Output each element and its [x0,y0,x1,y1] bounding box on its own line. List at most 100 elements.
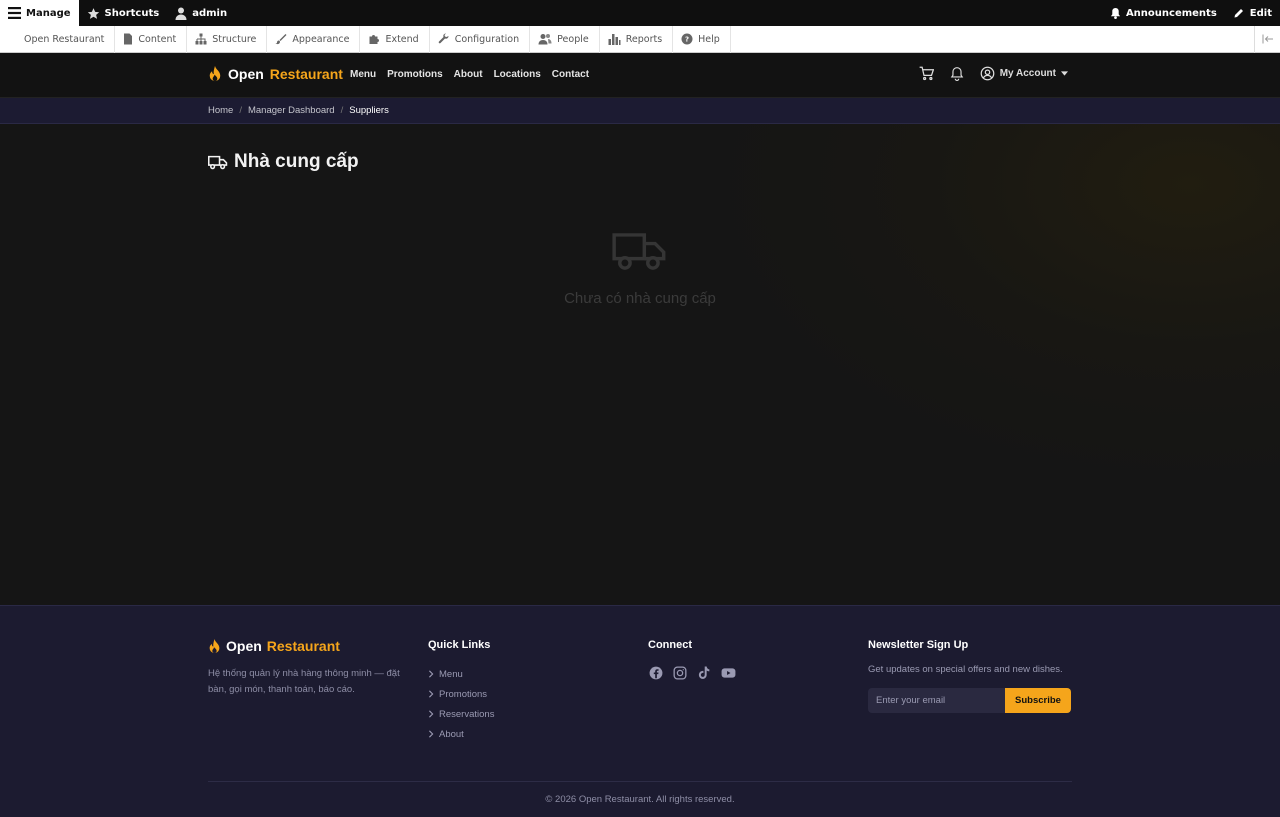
tray-item-content[interactable]: Content [115,25,188,53]
user-label: admin [192,7,228,19]
breadcrumb-home[interactable]: Home [208,105,233,116]
quick-links-list: Menu Promotions Reservations About [428,664,494,744]
manage-tab[interactable]: Manage [0,0,79,26]
header-actions: My Account [919,66,1068,81]
newsletter-form: Subscribe [868,688,1071,713]
brand-name-part2: Restaurant [269,65,343,82]
help-icon: ? [681,33,693,45]
admin-toolbar: Manage Shortcuts admin Announcements Edi… [0,0,1280,26]
chevron-right-icon [429,670,434,678]
site-footer: Open Restaurant Hệ thống quản lý nhà hàn… [0,605,1280,817]
breadcrumb-bar: Home / Manager Dashboard / Suppliers [0,98,1280,124]
shortcuts-tab[interactable]: Shortcuts [79,0,168,26]
empty-state-message: Chưa có nhà cung cấp [564,290,716,307]
edit-tab[interactable]: Edit [1225,0,1280,26]
page-title-text: Nhà cung cấp [234,151,359,172]
nav-link-locations[interactable]: Locations [494,69,541,80]
quick-link-promotions[interactable]: Promotions [428,684,494,704]
breadcrumb-current: Suppliers [349,105,389,116]
hamburger-icon [8,7,21,19]
tray-item-appearance[interactable]: Appearance [267,25,361,53]
chevron-right-icon [429,690,434,698]
site-header: Open Restaurant Menu Promotions About Lo… [0,53,1280,98]
bell-icon [1110,7,1121,19]
footer-divider [208,781,1072,782]
cart-icon[interactable] [919,66,934,81]
manage-label: Manage [26,7,71,19]
newsletter-email-input[interactable] [868,688,1005,713]
subscribe-button[interactable]: Subscribe [1005,688,1071,713]
flame-icon [209,65,221,82]
main-nav: Menu Promotions About Locations Contact [350,69,589,80]
paintbrush-icon [275,34,287,45]
people-icon [538,34,552,45]
tray-item-people[interactable]: People [530,25,600,53]
chevron-right-icon [429,730,434,738]
tray-item-open-restaurant[interactable]: Open Restaurant [0,25,116,53]
footer-brand-part2: Restaurant [266,638,340,654]
puzzle-icon [369,35,380,44]
nav-link-promotions[interactable]: Promotions [387,69,443,80]
tray-item-label: Help [698,33,720,45]
edit-label: Edit [1249,7,1272,19]
footer-brand-part1: Open [226,638,262,654]
copyright-text: © 2026 Open Restaurant. All rights reser… [545,794,735,805]
document-icon [124,33,133,45]
nav-link-menu[interactable]: Menu [350,69,376,80]
bar-chart-icon [608,34,621,45]
quick-link-label: Promotions [439,688,488,700]
nav-link-about[interactable]: About [454,69,483,80]
facebook-icon[interactable] [648,665,664,681]
collapse-arrow-icon [1262,34,1273,44]
star-icon [87,7,99,19]
breadcrumb-separator: / [239,105,242,116]
social-links [648,665,736,681]
newsletter-title: Newsletter Sign Up [868,639,969,651]
caret-down-icon [1061,71,1068,76]
tray-item-label: Content [138,33,177,45]
brand-name-part1: Open [228,65,264,82]
empty-state: Chưa có nhà cung cấp [440,228,840,307]
tiktok-icon[interactable] [696,665,712,681]
nav-link-contact[interactable]: Contact [552,69,589,80]
instagram-icon[interactable] [672,665,688,681]
tray-item-label: Configuration [454,33,520,45]
announcements-label: Announcements [1125,7,1217,19]
tray-item-label: Appearance [292,33,350,45]
announcements-tab[interactable]: Announcements [1102,0,1225,26]
user-tab[interactable]: admin [167,0,235,26]
quick-link-reservations[interactable]: Reservations [428,704,494,724]
youtube-icon[interactable] [720,665,736,681]
quick-link-label: Reservations [439,708,495,720]
main-content: Nhà cung cấp Chưa có nhà cung cấp [0,124,1280,605]
tray-item-structure[interactable]: Structure [187,25,268,53]
footer-logo[interactable]: Open Restaurant [208,638,340,654]
chevron-right-icon [429,710,434,718]
tray-item-label: Reports [625,33,663,45]
account-menu[interactable]: My Account [980,66,1068,81]
quick-links-title: Quick Links [428,639,491,651]
quick-link-label: About [439,728,464,740]
admin-tray: Open Restaurant Content Structure Appear… [0,25,1280,53]
notification-bell-icon[interactable] [950,66,964,81]
tray-item-reports[interactable]: Reports [600,25,674,53]
quick-link-menu[interactable]: Menu [428,664,494,684]
breadcrumb-manager-dashboard[interactable]: Manager Dashboard [248,105,335,116]
svg-text:?: ? [685,36,689,44]
tray-item-extend[interactable]: Extend [360,25,430,53]
page-title: Nhà cung cấp [208,151,359,173]
quick-link-about[interactable]: About [428,724,494,744]
wrench-icon [438,33,449,44]
user-circle-icon [980,66,995,81]
pencil-icon [1234,9,1243,18]
quick-link-label: Menu [439,668,463,680]
account-label: My Account [999,68,1056,79]
site-logo[interactable]: Open Restaurant [208,65,343,82]
tray-collapse-button[interactable] [1254,25,1280,53]
tray-item-configuration[interactable]: Configuration [430,25,531,53]
tray-item-label: Open Restaurant [24,33,105,45]
tray-item-help[interactable]: ? Help [673,25,731,53]
shortcuts-label: Shortcuts [104,7,160,19]
breadcrumb: Home / Manager Dashboard / Suppliers [208,105,389,116]
newsletter-description: Get updates on special offers and new di… [868,664,1063,675]
